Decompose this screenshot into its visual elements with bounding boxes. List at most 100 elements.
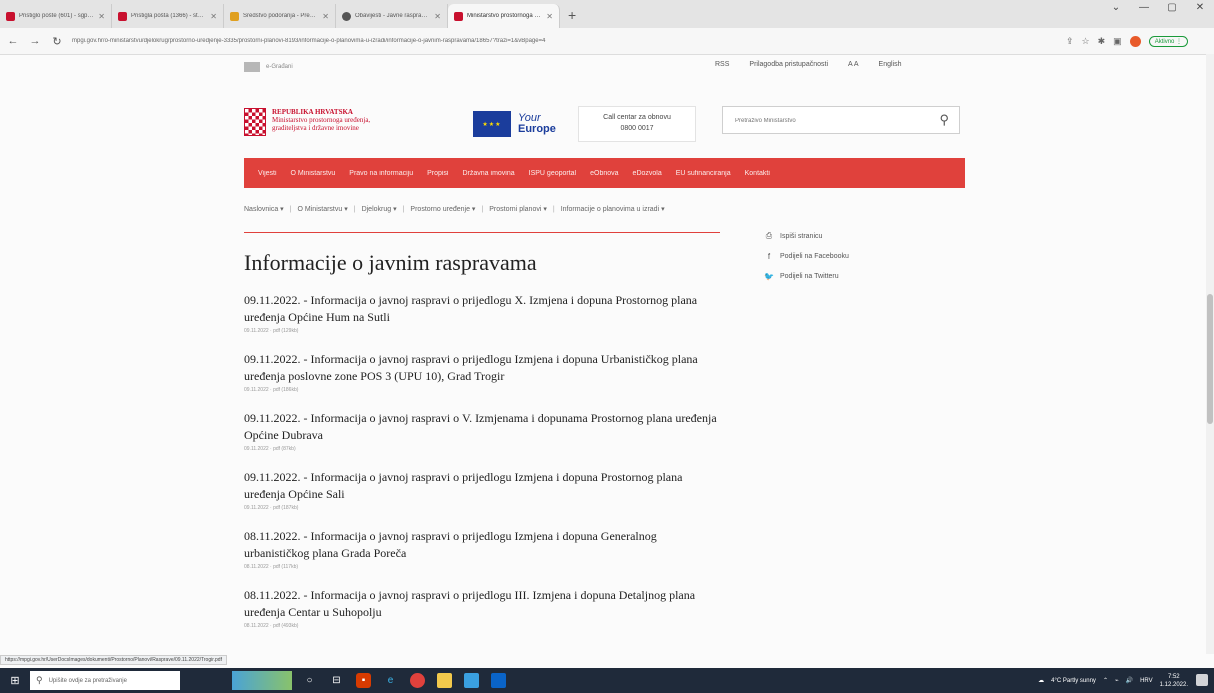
list-item-meta[interactable]: 09.11.2022 · pdf (186kb) [244, 387, 724, 393]
bookmark-star-icon[interactable]: ☆ [1082, 36, 1090, 47]
extensions-icon[interactable]: ✱ [1098, 36, 1106, 47]
nav-item-drzavna-imovina[interactable]: Državna imovina [463, 170, 515, 177]
share-icon[interactable]: ⇪ [1066, 36, 1074, 47]
scrollbar-thumb[interactable] [1207, 294, 1213, 424]
facebook-label: Podijeli na Facebooku [780, 252, 849, 260]
task-view-icon[interactable]: ○ [302, 673, 317, 688]
breadcrumb-item[interactable]: Naslovnica ▾ [244, 205, 284, 213]
list-item-title[interactable]: 09.11.2022. - Informacija o javnoj raspr… [244, 469, 724, 503]
font-size-toggle[interactable]: A A [848, 61, 859, 68]
list-item-meta[interactable]: 09.11.2022 · pdf (129kb) [244, 328, 724, 334]
taskbar-clock[interactable]: 7:52 1.12.2022. [1160, 673, 1188, 689]
list-item-meta[interactable]: 09.11.2022 · pdf (87kb) [244, 446, 724, 452]
list-item-title[interactable]: 08.11.2022. - Informacija o javnoj raspr… [244, 587, 724, 621]
sidebar-icon[interactable]: ▣ [1113, 36, 1122, 47]
breadcrumb-item[interactable]: O Ministarstvu ▾ [298, 205, 348, 213]
list-item-title[interactable]: 08.11.2022. - Informacija o javnoj raspr… [244, 528, 724, 562]
nav-item-vijesti[interactable]: Vijesti [258, 170, 277, 177]
network-icon[interactable]: ⌁ [1115, 677, 1119, 684]
your-europe-link[interactable]: ★★★ Your Europe [473, 111, 556, 137]
maximize-button[interactable]: ▢ [1158, 2, 1186, 13]
list-item-meta[interactable]: 08.11.2022 · pdf (493kb) [244, 623, 724, 629]
windows-start-icon[interactable]: ⊞ [0, 674, 30, 687]
egradani-link[interactable]: e-Građani [244, 62, 293, 72]
minimize-button[interactable]: — [1130, 2, 1158, 13]
breadcrumb-item[interactable]: Prostorno uređenje ▾ [410, 205, 475, 213]
taskbar-search[interactable]: ⚲ Upišite ovdje za pretraživanje [30, 671, 180, 690]
close-tab-icon[interactable]: ✕ [98, 12, 105, 21]
browser-tab[interactable]: Sredstvo podoranja - Predmet...✕ [224, 4, 336, 28]
logo-line: Ministarstvo prostornoga uređenja, [272, 116, 371, 124]
close-tab-icon[interactable]: ✕ [546, 12, 553, 21]
language-indicator[interactable]: HRV [1140, 678, 1153, 684]
page-scrollbar[interactable] [1206, 54, 1214, 654]
window-controls: ⌄ — ▢ ✕ [1102, 2, 1214, 13]
close-tab-icon[interactable]: ✕ [210, 12, 217, 21]
breadcrumb-separator: | [289, 205, 292, 213]
nav-item-edozvola[interactable]: eDozvola [633, 170, 662, 177]
browser-tab-active[interactable]: Ministarstvo prostornoga uređ...✕ [448, 4, 560, 28]
search-highlight-image[interactable] [232, 671, 292, 690]
file-explorer-icon[interactable] [437, 673, 452, 688]
list-item-title[interactable]: 09.11.2022. - Informacija o javnoj raspr… [244, 292, 724, 326]
search-icon[interactable]: ⚲ [939, 112, 949, 128]
close-tab-icon[interactable]: ✕ [322, 12, 329, 21]
close-window-button[interactable]: ✕ [1186, 2, 1214, 13]
nav-item-eobnova[interactable]: eObnova [590, 170, 618, 177]
ministry-logo[interactable]: REPUBLIKA HRVATSKA Ministarstvo prostorn… [244, 108, 370, 136]
windows-taskbar: ⊞ ⚲ Upišite ovdje za pretraživanje ○ ⊟ ▪ … [0, 668, 1214, 693]
new-tab-button[interactable]: + [560, 4, 584, 28]
widgets-icon[interactable]: ⊟ [329, 673, 344, 688]
chrome-icon[interactable] [410, 673, 425, 688]
call-centre-label: Call centar za obnovu [603, 114, 671, 121]
browser-tab[interactable]: Pristiglo pošte (601) - sgpevan... ✕ [0, 4, 112, 28]
breadcrumb-item[interactable]: Djelokrug ▾ [362, 205, 397, 213]
list-item: 09.11.2022. - Informacija o javnoj raspr… [244, 469, 724, 528]
print-link[interactable]: ⎙ Ispiši stranicu [762, 226, 849, 246]
accessibility-link[interactable]: Prilagodba pristupačnosti [749, 61, 828, 68]
profile-avatar[interactable] [1129, 35, 1141, 47]
store-icon[interactable] [464, 673, 479, 688]
notifications-icon[interactable] [1196, 674, 1208, 686]
list-item-title[interactable]: 09.11.2022. - Informacija o javnoj raspr… [244, 351, 724, 385]
call-centre-box: Call centar za obnovu 0800 0017 [578, 106, 696, 142]
office-icon[interactable]: ▪ [356, 673, 371, 688]
forward-icon[interactable]: → [26, 35, 44, 47]
list-item-meta[interactable]: 09.11.2022 · pdf (187kb) [244, 505, 724, 511]
facebook-share-link[interactable]: f Podijeli na Facebooku [762, 246, 849, 266]
tray-overflow-icon[interactable]: ⌃ [1103, 677, 1108, 684]
breadcrumb-separator: | [402, 205, 405, 213]
sync-status-button[interactable]: Aktivno ⋮ [1148, 35, 1189, 47]
nav-item-o-ministarstvu[interactable]: O Ministarstvu [291, 170, 336, 177]
nav-item-eu-sufinanciranja[interactable]: EU sufinanciranja [676, 170, 731, 177]
search-input[interactable] [733, 108, 937, 134]
browser-toolbar: ⇪ ☆ ✱ ▣ Aktivno ⋮ [1066, 35, 1189, 47]
breadcrumb-separator: | [353, 205, 356, 213]
main-navigation: Vijesti O Ministarstvu Pravo na informac… [244, 158, 965, 188]
breadcrumb-item[interactable]: Prostorni planovi ▾ [489, 205, 547, 213]
nav-item-kontakti[interactable]: Kontakti [745, 170, 770, 177]
twitter-share-link[interactable]: 🐦 Podijeli na Twitteru [762, 266, 849, 286]
close-tab-icon[interactable]: ✕ [434, 12, 441, 21]
nav-item-propisi[interactable]: Propisi [427, 170, 448, 177]
breadcrumb-item[interactable]: Informacije o planovima u izradi ▾ [561, 205, 665, 213]
rss-link[interactable]: RSS [715, 61, 729, 68]
volume-icon[interactable]: 🔊 [1126, 677, 1133, 684]
list-item: 08.11.2022. - Informacija o javnoj raspr… [244, 587, 724, 646]
browser-tab[interactable]: Pristigla pošta (1366) - stal1801... ✕ [112, 4, 224, 28]
nav-item-ispu-geoportal[interactable]: ISPU geoportal [529, 170, 576, 177]
reload-icon[interactable]: ↻ [48, 35, 66, 48]
call-centre-number[interactable]: 0800 0017 [579, 123, 695, 134]
weather-text[interactable]: 4°C Partly sunny [1051, 678, 1096, 684]
nav-item-pravo-na-informaciju[interactable]: Pravo na informaciju [349, 170, 413, 177]
twitter-icon: 🐦 [764, 271, 774, 281]
outlook-icon[interactable] [491, 673, 506, 688]
english-link[interactable]: English [879, 61, 902, 68]
edge-icon[interactable]: e [383, 673, 398, 688]
tab-search-icon[interactable]: ⌄ [1102, 2, 1130, 13]
back-icon[interactable]: ← [4, 35, 22, 47]
url-field[interactable]: mpgi.gov.hr/o-ministarstvu/djelokrug/pro… [72, 38, 1052, 44]
browser-tab[interactable]: Obavijesti - Javne rasprave u prip... ✕ [336, 4, 448, 28]
list-item-title[interactable]: 09.11.2022. - Informacija o javnoj raspr… [244, 410, 724, 444]
list-item-meta[interactable]: 08.11.2022 · pdf (117kb) [244, 564, 724, 570]
